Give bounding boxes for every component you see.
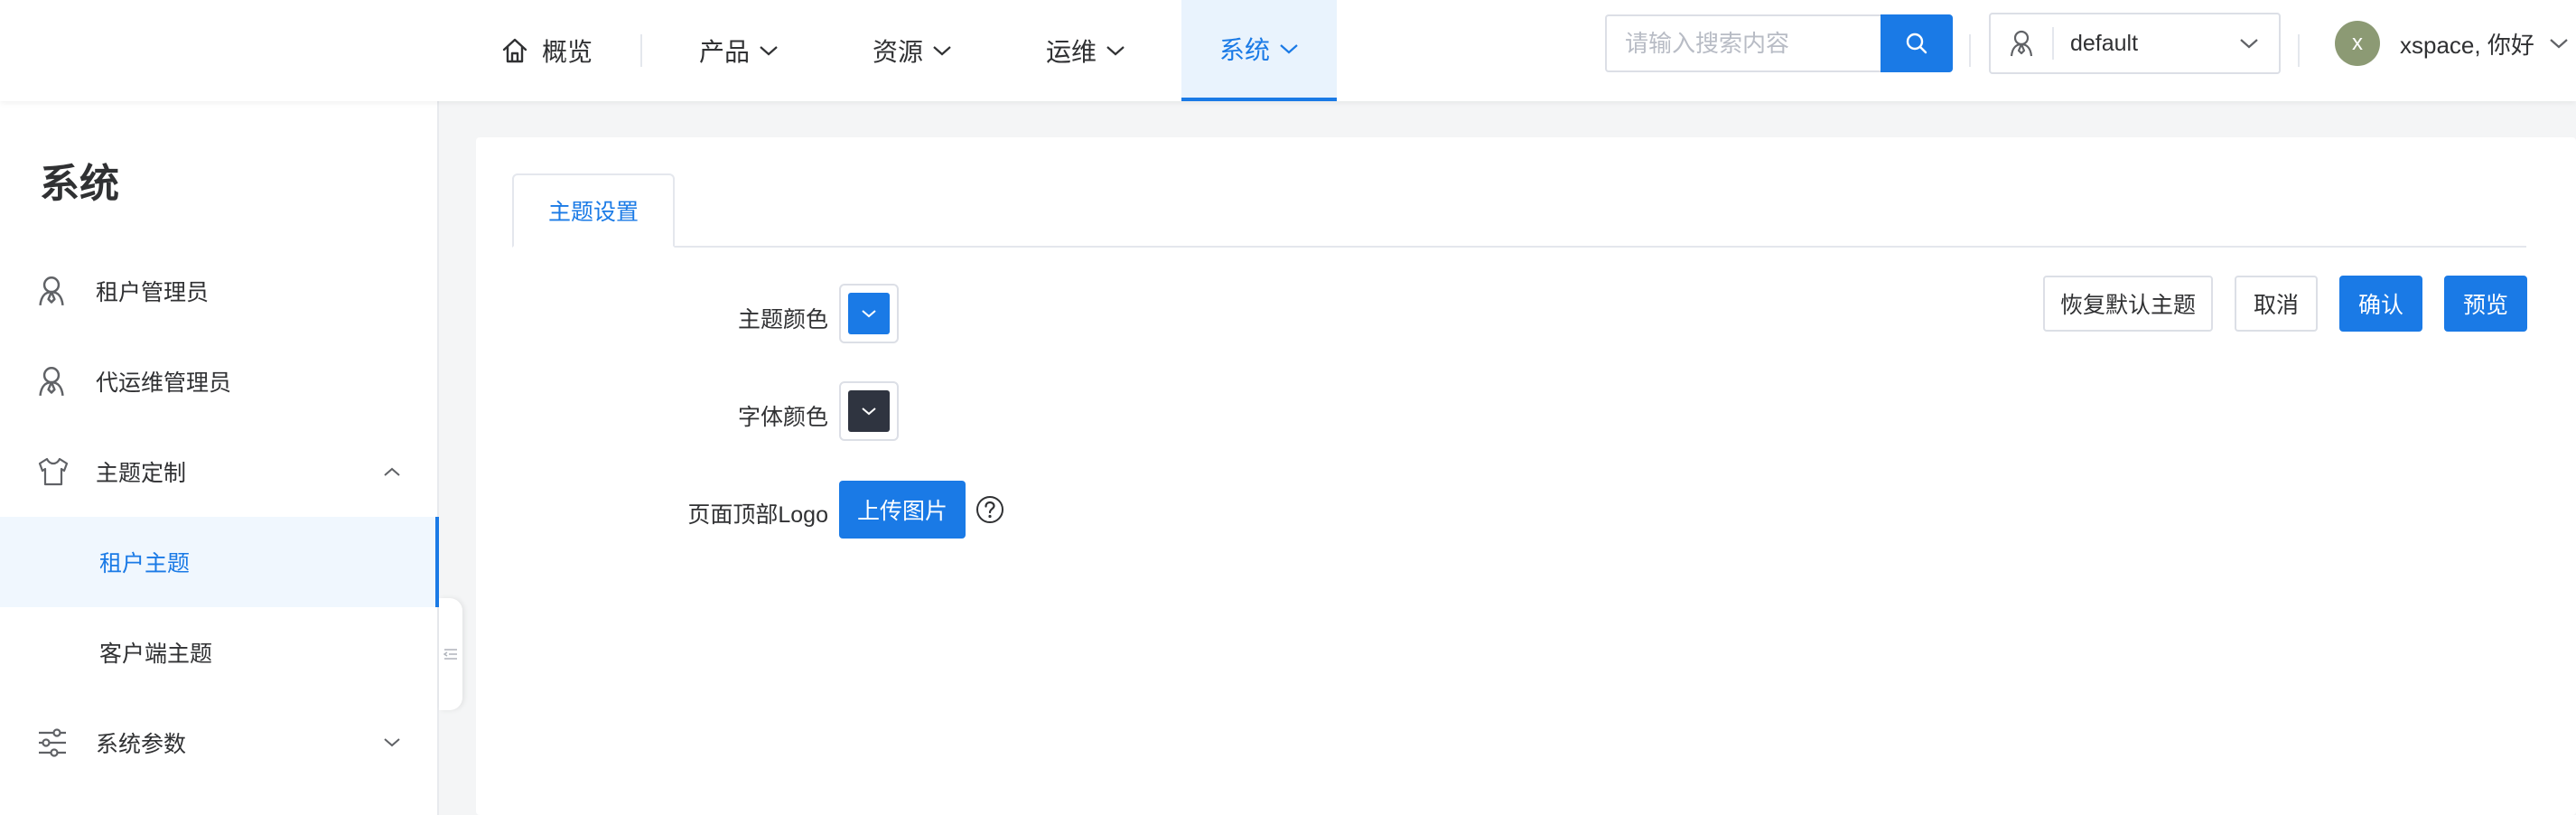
tenant-select-value: default [2070, 30, 2139, 56]
nav-system-label: 系统 [1218, 36, 1270, 64]
logo-label: 页面顶部Logo [687, 502, 828, 528]
sidebar-item-label: 租户管理员 [96, 280, 210, 305]
confirm-button[interactable]: 确认 [2339, 276, 2422, 332]
sidebar-item-label: 租户主题 [99, 551, 191, 576]
sliders-icon [36, 727, 92, 758]
sidebar-item-label: 客户端主题 [99, 642, 213, 667]
theme-color-picker[interactable] [839, 284, 899, 343]
chevron-down-icon [1279, 42, 1299, 55]
sidebar-collapse-handle[interactable] [439, 598, 462, 710]
preview-button[interactable]: 预览 [2444, 276, 2527, 332]
header-divider [1969, 34, 1971, 67]
cancel-button-label: 取消 [2253, 293, 2299, 318]
nav-products[interactable]: 产品 [679, 0, 798, 101]
collapse-icon [443, 647, 458, 661]
header-divider [2298, 34, 2300, 67]
user-greeting: xspace, 你好 [2400, 31, 2534, 59]
nav-resources[interactable]: 资源 [853, 0, 972, 101]
sidebar-item-theme[interactable]: 主题定制 [0, 426, 439, 517]
nav-overview-label: 概览 [541, 38, 593, 66]
chevron-down-icon [2239, 37, 2259, 50]
sidebar: 系统 租户管理员 代运维管理员 主题定制 租户主题 客户端主题 系统参数 [0, 101, 439, 815]
tab-label: 主题设置 [547, 200, 639, 225]
theme-color-swatch [848, 293, 890, 334]
tabs-divider [512, 246, 2526, 248]
sidebar-item-tenant-theme[interactable]: 租户主题 [0, 517, 439, 607]
sidebar-item-label: 代运维管理员 [96, 370, 232, 396]
theme-color-label: 主题颜色 [737, 307, 828, 333]
sidebar-item-system-params[interactable]: 系统参数 [0, 698, 439, 788]
sidebar-item-label: 主题定制 [96, 461, 187, 486]
font-color-picker[interactable] [839, 381, 899, 441]
chevron-down-icon [759, 44, 779, 57]
upload-button-label: 上传图片 [856, 499, 947, 524]
chevron-down-icon [383, 737, 401, 748]
chevron-down-icon [2549, 37, 2569, 50]
chevron-down-icon [932, 44, 952, 57]
search-icon [1905, 32, 1928, 55]
tenant-select[interactable]: default [1989, 13, 2281, 74]
upload-image-button[interactable]: 上传图片 [839, 481, 966, 539]
search-button[interactable] [1881, 14, 1953, 72]
nav-operations-label: 运维 [1045, 38, 1097, 66]
nav-divider [640, 34, 642, 67]
nav-system[interactable]: 系统 [1181, 0, 1337, 101]
preview-button-label: 预览 [2462, 293, 2508, 318]
nav-operations[interactable]: 运维 [1026, 0, 1145, 101]
nav-overview[interactable]: 概览 [479, 0, 614, 101]
nav-products-label: 产品 [698, 38, 750, 66]
chevron-down-icon [1106, 44, 1125, 57]
sidebar-item-client-theme[interactable]: 客户端主题 [0, 607, 439, 698]
sidebar-item-tenant-admin[interactable]: 租户管理员 [0, 246, 439, 336]
sidebar-item-label: 系统参数 [96, 732, 187, 757]
sidebar-title: 系统 [40, 162, 119, 206]
confirm-button-label: 确认 [2357, 293, 2403, 318]
user-icon [36, 274, 92, 308]
top-navbar: 概览 产品 资源 运维 系统 default x xspace, 你好 [0, 0, 2576, 101]
user-icon [36, 364, 92, 398]
chevron-down-icon [861, 406, 877, 417]
tab-theme-settings[interactable]: 主题设置 [512, 173, 675, 248]
chevron-down-icon [861, 308, 877, 319]
font-color-label: 字体颜色 [737, 405, 828, 430]
cancel-button[interactable]: 取消 [2235, 276, 2318, 332]
theme-settings-panel: 主题设置 主题颜色 字体颜色 页面顶部Logo 上传图片 恢复默认主题 取消 确… [476, 137, 2576, 815]
nav-resources-label: 资源 [872, 38, 923, 66]
reset-button-label: 恢复默认主题 [2059, 293, 2196, 318]
user-icon [1991, 27, 2054, 60]
search-input[interactable] [1605, 14, 1881, 72]
avatar: x [2335, 21, 2380, 66]
home-icon [500, 36, 529, 65]
reset-default-theme-button[interactable]: 恢复默认主题 [2043, 276, 2213, 332]
font-color-swatch [848, 390, 890, 432]
sidebar-item-ops-admin[interactable]: 代运维管理员 [0, 336, 439, 426]
shirt-icon [36, 456, 92, 487]
help-icon[interactable] [975, 495, 1004, 524]
chevron-up-icon [383, 466, 401, 477]
user-menu[interactable]: x xspace, 你好 [2335, 20, 2569, 67]
